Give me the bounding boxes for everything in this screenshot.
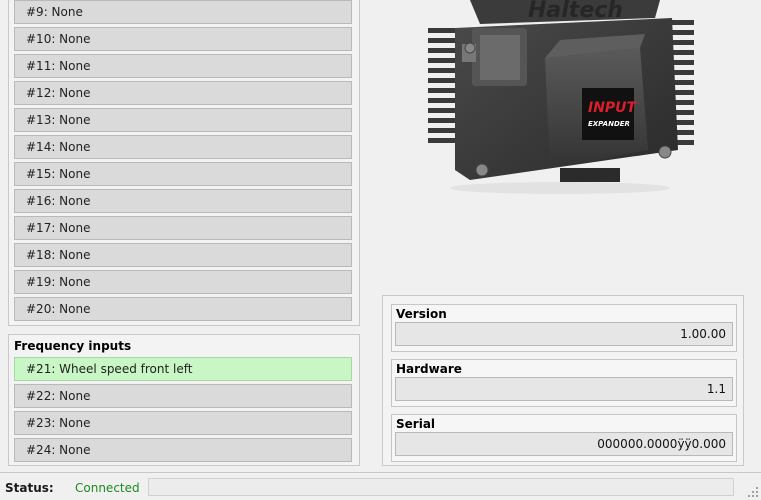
serial-label: Serial [396, 417, 436, 431]
hardware-label: Hardware [396, 362, 462, 376]
input-row-23[interactable]: #23: None [14, 411, 352, 435]
input-row-13[interactable]: #13: None [14, 108, 352, 132]
input-row-17[interactable]: #17: None [14, 216, 352, 240]
hardware-box: Hardware 1.1 [391, 359, 737, 407]
serial-value: 000000.0000ÿÿ0.000 [395, 432, 733, 456]
device-label-line2: EXPANDER [588, 120, 630, 128]
version-label: Version [396, 307, 447, 321]
analog-inputs-group: #9: None #10: None #11: None #12: None #… [8, 0, 360, 326]
frequency-inputs-title: Frequency inputs [14, 339, 132, 353]
frequency-inputs-group: Frequency inputs #21: Wheel speed front … [8, 334, 360, 466]
input-row-10[interactable]: #10: None [14, 27, 352, 51]
brand-text: Haltech [528, 0, 623, 23]
device-panel: Haltech INPUT EXPANDER Version 1.00.00 H… [370, 0, 761, 470]
hardware-value: 1.1 [395, 377, 733, 401]
version-box: Version 1.00.00 [391, 304, 737, 352]
status-message-field [148, 478, 734, 496]
input-row-19[interactable]: #19: None [14, 270, 352, 294]
device-label-line1: INPUT [588, 100, 638, 116]
input-row-16[interactable]: #16: None [14, 189, 352, 213]
input-row-20[interactable]: #20: None [14, 297, 352, 321]
inputs-panel: #9: None #10: None #11: None #12: None #… [0, 0, 364, 470]
version-value: 1.00.00 [395, 322, 733, 346]
input-row-14[interactable]: #14: None [14, 135, 352, 159]
status-label: Status: [5, 481, 54, 495]
input-row-21[interactable]: #21: Wheel speed front left [14, 357, 352, 381]
input-row-11[interactable]: #11: None [14, 54, 352, 78]
device-info-group: Version 1.00.00 Hardware 1.1 Serial 0000… [382, 295, 744, 466]
input-row-24[interactable]: #24: None [14, 438, 352, 462]
input-row-12[interactable]: #12: None [14, 81, 352, 105]
input-row-18[interactable]: #18: None [14, 243, 352, 267]
input-row-9[interactable]: #9: None [14, 0, 352, 24]
input-row-22[interactable]: #22: None [14, 384, 352, 408]
device-image: Haltech INPUT EXPANDER [410, 0, 700, 200]
status-bar: Status: Connected [0, 472, 761, 500]
status-value: Connected [75, 481, 140, 495]
input-expander-illustration: Haltech INPUT EXPANDER [428, 0, 694, 194]
serial-box: Serial 000000.0000ÿÿ0.000 [391, 414, 737, 462]
resize-grip-icon[interactable] [747, 486, 759, 498]
input-row-15[interactable]: #15: None [14, 162, 352, 186]
